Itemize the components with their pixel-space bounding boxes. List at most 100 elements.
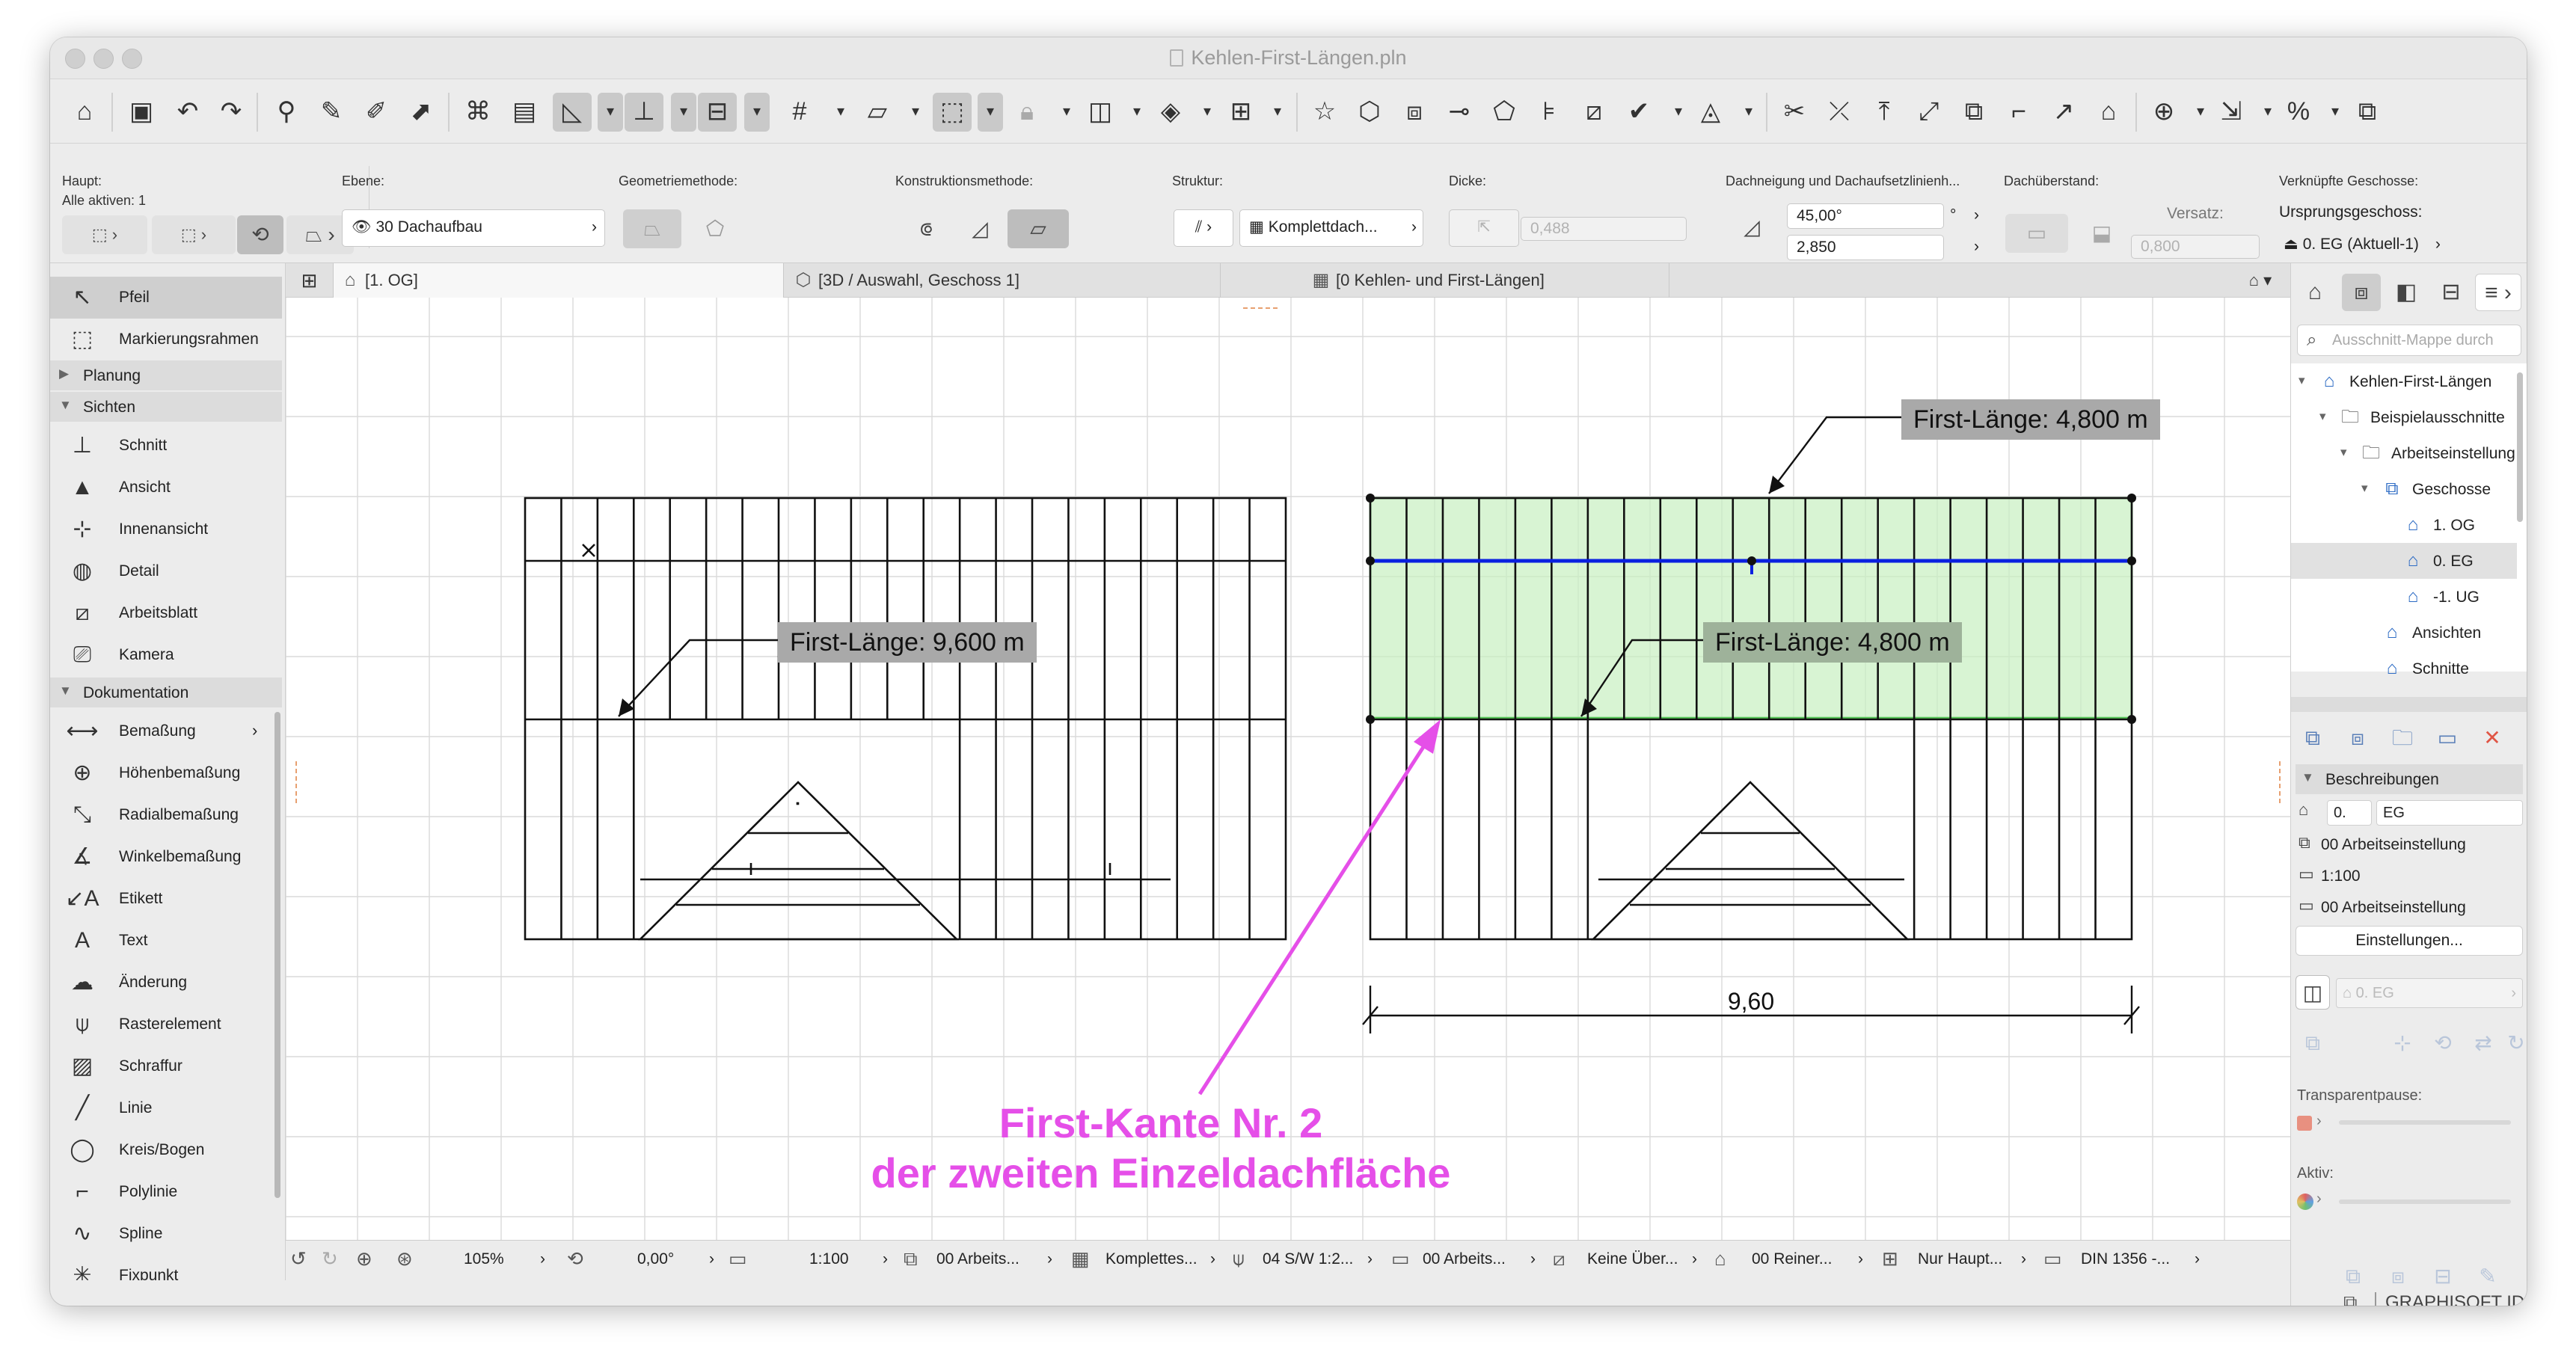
tool-aenderung[interactable]: ☁ Änderung	[50, 962, 282, 1004]
pencil-icon[interactable]: ✐	[357, 93, 396, 132]
section-dokumentation[interactable]: ▼ Dokumentation	[50, 678, 282, 707]
chevron-down-icon[interactable]: ▾	[903, 93, 928, 132]
suspend-groups-icon[interactable]: ⌘	[459, 93, 497, 132]
story-view-icon[interactable]: ◫	[2296, 975, 2330, 1010]
swap-reference-icon[interactable]: ⇄	[2466, 1026, 2500, 1060]
dimension-label[interactable]: 9,60	[1728, 988, 1774, 1015]
tree-item-geschosse[interactable]: ▾ ⧉ Geschosse	[2291, 471, 2517, 507]
snap-guides-icon[interactable]: ⊥	[625, 93, 663, 132]
model-view-value[interactable]: Komplettes...	[1105, 1250, 1197, 1268]
check-icon[interactable]: ✔	[1619, 93, 1658, 132]
3d-cut-icon[interactable]: ⬡	[1350, 93, 1389, 132]
tool-text[interactable]: A Text	[50, 920, 282, 962]
tree-item-minus1-ug[interactable]: ⌂ -1. UG	[2291, 579, 2517, 615]
rotate-reference-icon[interactable]: ⟲	[2426, 1026, 2460, 1060]
construction-method-2-icon[interactable]: ◿	[957, 209, 1003, 248]
home-icon[interactable]: ⌂	[65, 93, 104, 132]
tool-spline[interactable]: ∿ Spline	[50, 1213, 282, 1255]
view-id-field[interactable]: 0.	[2327, 800, 2372, 826]
tree-item-schnitte[interactable]: ⌂ Schnitte	[2291, 651, 2517, 686]
guide-lines-icon[interactable]: ◺	[553, 93, 592, 132]
pen-set-value[interactable]: 04 S/W 1:2...	[1263, 1250, 1353, 1268]
tree-item-ansichten[interactable]: ⌂ Ansichten	[2291, 615, 2517, 651]
chevron-down-icon[interactable]: ▾	[2322, 93, 2348, 132]
tool-rasterelement[interactable]: ⍦ Rasterelement	[50, 1004, 282, 1045]
graphisoft-id-label[interactable]: GRAPHISOFT ID	[2385, 1292, 2524, 1306]
measure-icon[interactable]: ⧄	[1574, 93, 1613, 132]
tool-hoehenbemassung[interactable]: ⊕ Höhenbemaßung	[50, 752, 282, 794]
tree-hscrollbar[interactable]	[2291, 697, 2527, 712]
tool-detail[interactable]: ◍ Detail	[50, 550, 282, 592]
structure-value[interactable]: Nur Haupt...	[1918, 1250, 2002, 1268]
chevron-right-icon[interactable]: ›	[2316, 1191, 2322, 1208]
scale-value[interactable]: 1:100	[809, 1250, 849, 1268]
tree-item-0-eg[interactable]: ⌂ 0. EG	[2291, 543, 2517, 579]
layer-select[interactable]: 👁︎ 30 Dachaufbau ›	[342, 209, 605, 247]
chevron-right-icon[interactable]: ›	[709, 1250, 714, 1268]
chevron-down-icon[interactable]: ▾	[2255, 93, 2281, 132]
pitch-field[interactable]: 45,00°	[1787, 203, 1944, 229]
label-tool-icon[interactable]: ⊧	[1530, 93, 1568, 132]
tool-linie[interactable]: ╱ Linie	[50, 1087, 282, 1129]
edit-reference-icon[interactable]: ✎	[2471, 1259, 2505, 1294]
tool-pfeil[interactable]: ↖ Pfeil	[50, 277, 282, 319]
trace-color-swatch[interactable]	[2297, 1116, 2312, 1131]
view-name-field[interactable]: EG	[2376, 800, 2523, 826]
tool-polylinie[interactable]: ⌐ Polylinie	[50, 1171, 282, 1213]
undo-icon[interactable]: ↶	[168, 93, 207, 132]
rotate-icon[interactable]: ⟲	[237, 215, 283, 254]
zoom-fit-icon[interactable]: ⊛	[396, 1247, 413, 1271]
move-reference-icon[interactable]: ⊹	[2385, 1026, 2420, 1060]
delete-icon[interactable]: ✕	[2475, 721, 2509, 755]
tool-fixpunkt[interactable]: ✳ Fixpunkt	[50, 1255, 282, 1280]
structure-type-icon[interactable]: ⫽ ›	[1174, 209, 1233, 247]
tool-innenansicht[interactable]: ⊹ Innenansicht	[50, 509, 282, 550]
chevron-down-icon[interactable]: ▾	[1736, 93, 1761, 132]
tool-schnitt[interactable]: ⊥ Schnitt	[50, 425, 282, 467]
tool-markierungsrahmen[interactable]: ⬚ Markierungsrahmen	[50, 319, 282, 360]
tree-item-project[interactable]: ▾ ⌂ Kehlen-First-Längen	[2291, 363, 2517, 399]
tab-3d[interactable]: ⬡ [3D / Auswahl, Geschoss 1]	[784, 263, 1221, 298]
view-map-search[interactable]: ⌕ Ausschnitt-Mappe durch	[2297, 325, 2521, 356]
tool-winkelbemassung[interactable]: ∡ Winkelbemaßung	[50, 836, 282, 878]
offset-icon[interactable]: ⧉	[1954, 93, 1993, 132]
tab-floor-plan[interactable]: ⌂ [1. OG]	[334, 263, 784, 298]
chevron-down-icon[interactable]: ▾	[828, 93, 853, 132]
selection-mode-icon[interactable]: ⬚ ›	[152, 215, 236, 254]
roof-icon[interactable]: ⌂	[2089, 93, 2128, 132]
marquee-icon[interactable]: ⬚	[933, 93, 972, 132]
tab-options-icon[interactable]: ⌂ ▾	[2230, 263, 2290, 298]
rotate-view-icon[interactable]: ⟲	[567, 1247, 583, 1271]
selected-roof-plane[interactable]	[1369, 497, 2133, 719]
zoom-back-icon[interactable]: ↺	[290, 1247, 307, 1271]
tool-radialbemassung[interactable]: ⤡ Radialbemaßung	[50, 794, 282, 836]
chevron-right-icon[interactable]: ›	[1367, 1250, 1373, 1268]
chevron-right-icon[interactable]: ›	[540, 1250, 545, 1268]
section-planung[interactable]: ▶ Planung	[50, 360, 282, 390]
pivot-height-field[interactable]: 2,850	[1787, 235, 1944, 260]
zoom-in-icon[interactable]: ⊕	[356, 1247, 372, 1271]
dimension-standard-value[interactable]: DIN 1356 -...	[2081, 1250, 2170, 1268]
chevron-right-icon[interactable]: ›	[1530, 1250, 1536, 1268]
project-map-icon[interactable]: ⌂	[2296, 274, 2334, 311]
renovation-value[interactable]: 00 Reiner...	[1752, 1250, 1832, 1268]
chevron-down-icon[interactable]: ▾	[1195, 93, 1220, 132]
reset-reference-icon[interactable]: ↻	[2505, 1026, 2527, 1060]
lock-icon[interactable]: 🔒︎	[1008, 93, 1046, 132]
magic-wand-icon[interactable]: ⬈	[402, 93, 441, 132]
chevron-right-icon[interactable]: ›	[2195, 1250, 2200, 1268]
chevron-right-icon[interactable]: ›	[1047, 1250, 1052, 1268]
view-option-row[interactable]: ▭ 00 Arbeitseinstellung	[2299, 893, 2523, 923]
layout-book-icon[interactable]: ◧	[2387, 274, 2426, 311]
fillet-icon[interactable]: ⌐	[1999, 93, 2038, 132]
callout-right-mid[interactable]: First-Länge: 4,800 m	[1715, 628, 1950, 657]
callout-right-top[interactable]: First-Länge: 4,800 m	[1913, 405, 2148, 434]
save-icon[interactable]: ▣	[122, 93, 161, 132]
active-color-swatch[interactable]	[2297, 1194, 2313, 1210]
add-icon[interactable]: ⊕	[2144, 93, 2183, 132]
redo-icon[interactable]: ↷	[212, 93, 251, 132]
chevron-right-icon[interactable]: ›	[2021, 1250, 2026, 1268]
chevron-right-icon[interactable]: ›	[1974, 206, 1979, 224]
trace-reference-icon[interactable]: ⧉	[2296, 1026, 2330, 1060]
tool-ansicht[interactable]: ▲ Ansicht	[50, 467, 282, 509]
